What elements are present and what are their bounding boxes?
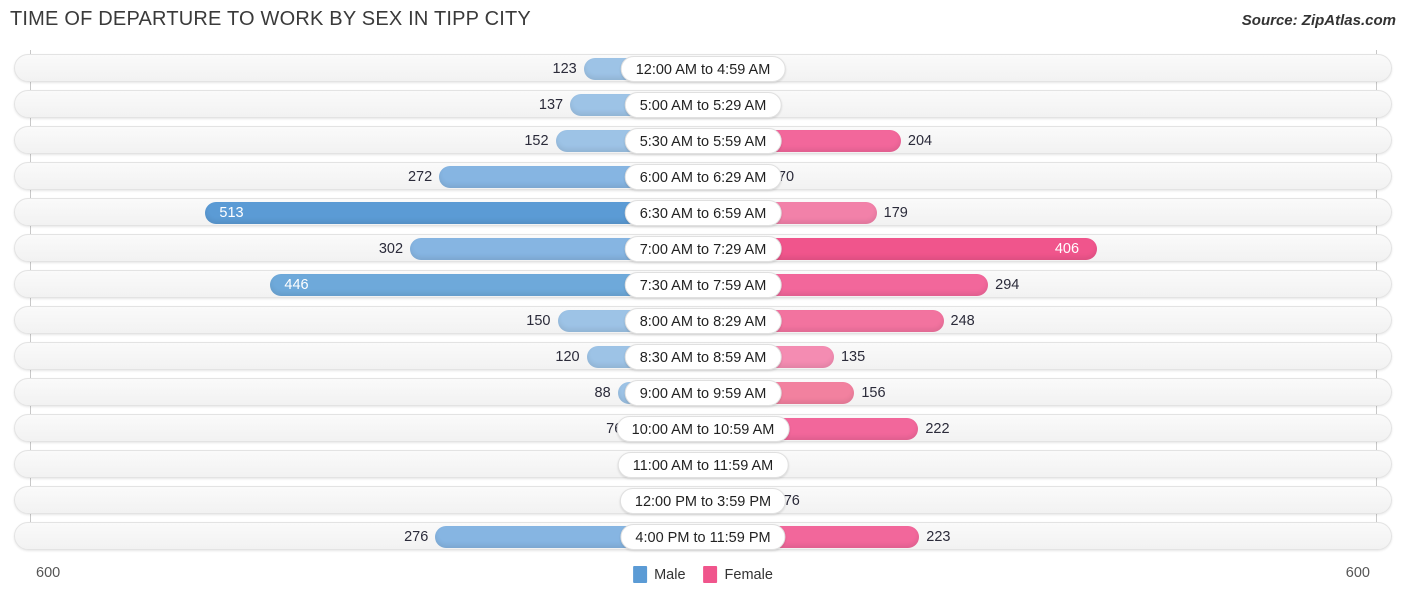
- bar-value-female: 156: [861, 385, 886, 401]
- category-label: 11:00 AM to 11:59 AM: [617, 452, 789, 478]
- bar-value-male: 272: [407, 169, 433, 185]
- chart-legend: Male Female: [633, 566, 773, 583]
- chart-row: 276 223 4:00 PM to 11:59 PM: [14, 522, 1392, 550]
- chart-root: TIME OF DEPARTURE TO WORK BY SEX IN TIPP…: [0, 0, 1406, 595]
- legend-label: Male: [654, 566, 686, 583]
- chart-row: 51711:00 AM to 11:59 AM: [14, 450, 1392, 478]
- chart-row: 446 294 7:30 AM to 7:59 AM: [14, 270, 1392, 298]
- chart-plot-area: 1231312:00 AM to 4:59 AM 13745:00 AM to 5…: [0, 50, 1406, 550]
- bar-value-male: 513: [219, 205, 244, 221]
- category-label: 9:00 AM to 9:59 AM: [624, 380, 782, 406]
- chart-row: 13745:00 AM to 5:29 AM: [14, 90, 1392, 118]
- page-title: TIME OF DEPARTURE TO WORK BY SEX IN TIPP…: [10, 8, 531, 30]
- bar-value-male: 276: [404, 529, 429, 545]
- bar-value-male: 123: [552, 61, 577, 77]
- bar-value-male: 150: [526, 313, 551, 329]
- bar-value-female: 179: [883, 205, 908, 221]
- bar-value-male: 446: [284, 277, 309, 293]
- bar-value-male: 152: [524, 133, 549, 149]
- bar-value-female: 294: [995, 277, 1020, 293]
- chart-row: 1231312:00 AM to 4:59 AM: [14, 54, 1392, 82]
- bar-value-female: 135: [840, 349, 866, 365]
- category-label: 5:30 AM to 5:59 AM: [624, 128, 782, 154]
- bar-value-female: 248: [950, 313, 975, 329]
- category-label: 8:30 AM to 8:59 AM: [624, 344, 782, 370]
- chart-row: 152 204 5:30 AM to 5:59 AM: [14, 126, 1392, 154]
- bar-value-female: 204: [907, 133, 933, 149]
- bar-value-female: 222: [925, 421, 950, 437]
- legend-label: Female: [724, 566, 773, 583]
- legend-item[interactable]: Female: [703, 566, 773, 583]
- axis-max-label-left: 600: [36, 565, 61, 581]
- chart-row: 88 156 9:00 AM to 9:59 AM: [14, 378, 1392, 406]
- bar-value-female: 223: [926, 529, 951, 545]
- bar-value-female: 76: [783, 493, 800, 509]
- chart-row: 120 135 8:30 AM to 8:59 AM: [14, 342, 1392, 370]
- category-label: 12:00 AM to 4:59 AM: [620, 56, 786, 82]
- legend-item[interactable]: Male: [633, 566, 686, 583]
- legend-swatch-icon: [633, 566, 648, 583]
- bar-value-male: 88: [594, 385, 611, 401]
- chart-row: 302 406 7:00 AM to 7:29 AM: [14, 234, 1392, 262]
- chart-row: 487612:00 PM to 3:59 PM: [14, 486, 1392, 514]
- category-label: 7:30 AM to 7:59 AM: [624, 272, 782, 298]
- category-label: 7:00 AM to 7:29 AM: [624, 236, 782, 262]
- legend-swatch-icon: [703, 566, 718, 583]
- chart-row: 272 70 6:00 AM to 6:29 AM: [14, 162, 1392, 190]
- category-label: 4:00 PM to 11:59 PM: [620, 524, 786, 550]
- chart-row: 150 248 8:00 AM to 8:29 AM: [14, 306, 1392, 334]
- category-label: 8:00 AM to 8:29 AM: [624, 308, 782, 334]
- category-label: 6:30 AM to 6:59 AM: [624, 200, 782, 226]
- bar-value-male: 302: [378, 241, 404, 257]
- axis-max-label-right: 600: [1345, 565, 1370, 581]
- chart-row: 76 222 10:00 AM to 10:59 AM: [14, 414, 1392, 442]
- bar-value-male: 137: [538, 97, 564, 113]
- category-label: 5:00 AM to 5:29 AM: [624, 92, 782, 118]
- source-attribution: Source: ZipAtlas.com: [1241, 12, 1396, 29]
- category-label: 6:00 AM to 6:29 AM: [624, 164, 782, 190]
- bar-value-male: 120: [555, 349, 580, 365]
- chart-row: 513 179 6:30 AM to 6:59 AM: [14, 198, 1392, 226]
- category-label: 10:00 AM to 10:59 AM: [616, 416, 790, 442]
- category-label: 12:00 PM to 3:59 PM: [619, 488, 787, 514]
- bar-value-female: 406: [1054, 241, 1080, 257]
